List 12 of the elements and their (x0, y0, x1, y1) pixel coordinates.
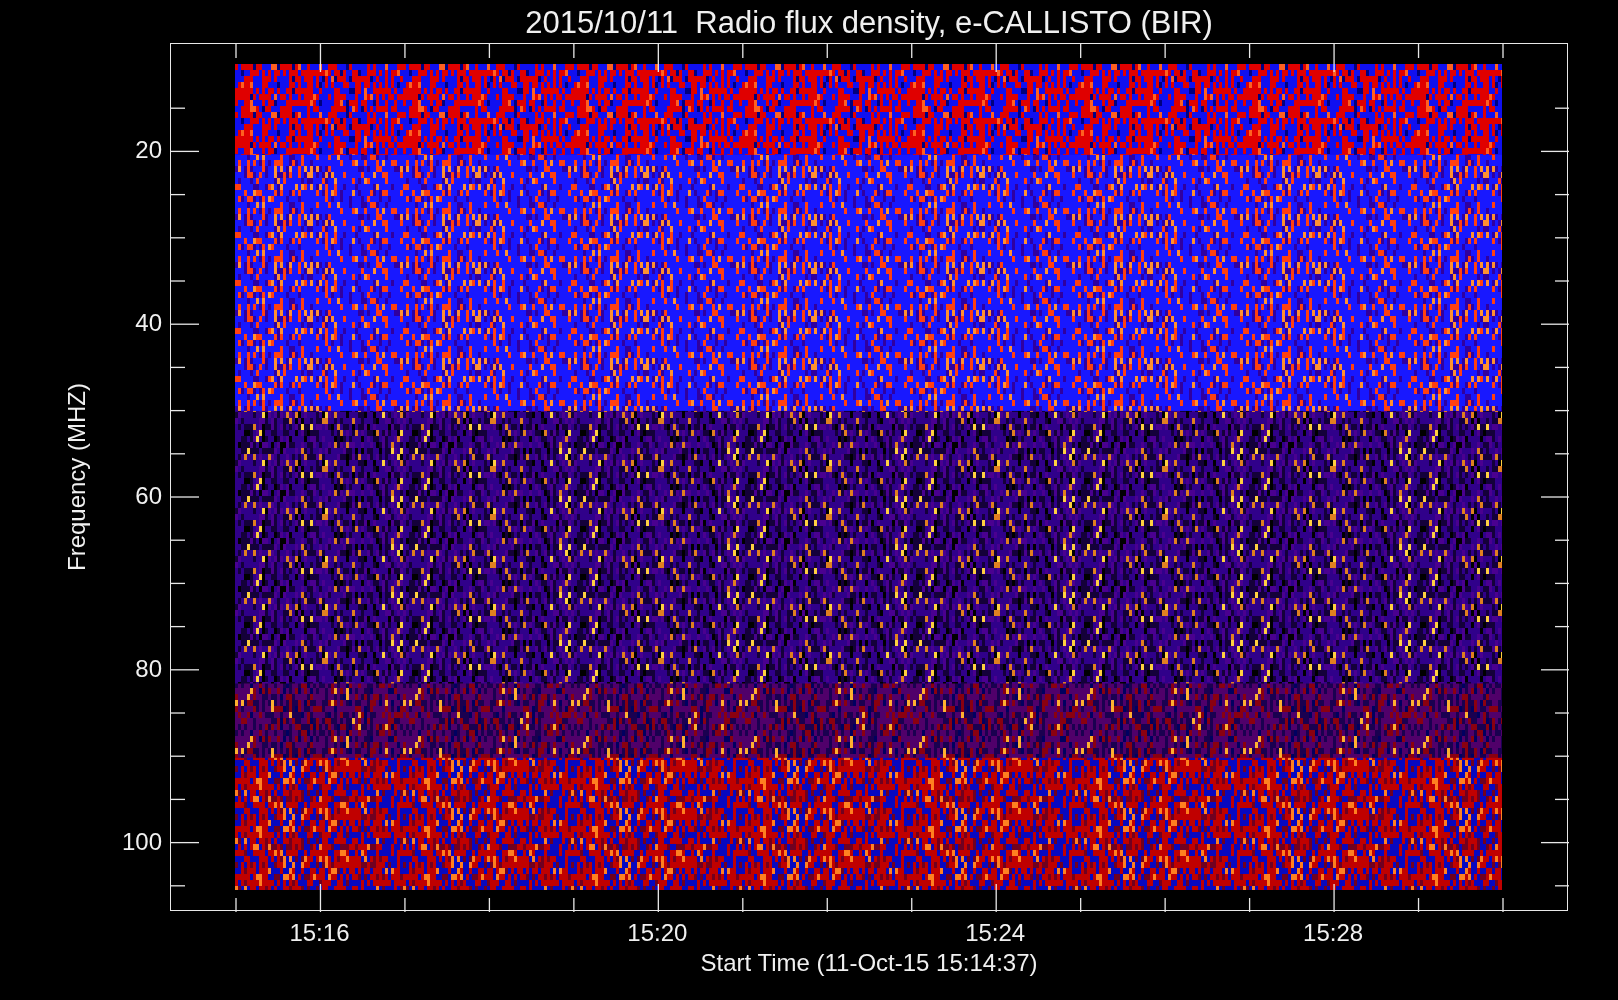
x-tick-label: 15:24 (965, 919, 1026, 947)
chart-title: 2015/10/11 Radio flux density, e-CALLISTO (BIR) (525, 4, 1213, 42)
x-tick-label: 15:16 (289, 919, 350, 947)
y-tick-label: 60 (135, 482, 162, 510)
x-tick-label: 15:20 (627, 919, 688, 947)
y-tick-label: 100 (121, 827, 162, 856)
y-axis-label: Frequency (MHZ) (62, 383, 91, 571)
y-tick-label: 20 (135, 136, 162, 165)
y-tick-label: 80 (135, 654, 162, 683)
x-axis-label: Start Time (11-Oct-15 15:14:37) (700, 949, 1038, 977)
y-tick-label: 40 (135, 309, 162, 338)
x-tick-label: 15:28 (1303, 919, 1364, 947)
